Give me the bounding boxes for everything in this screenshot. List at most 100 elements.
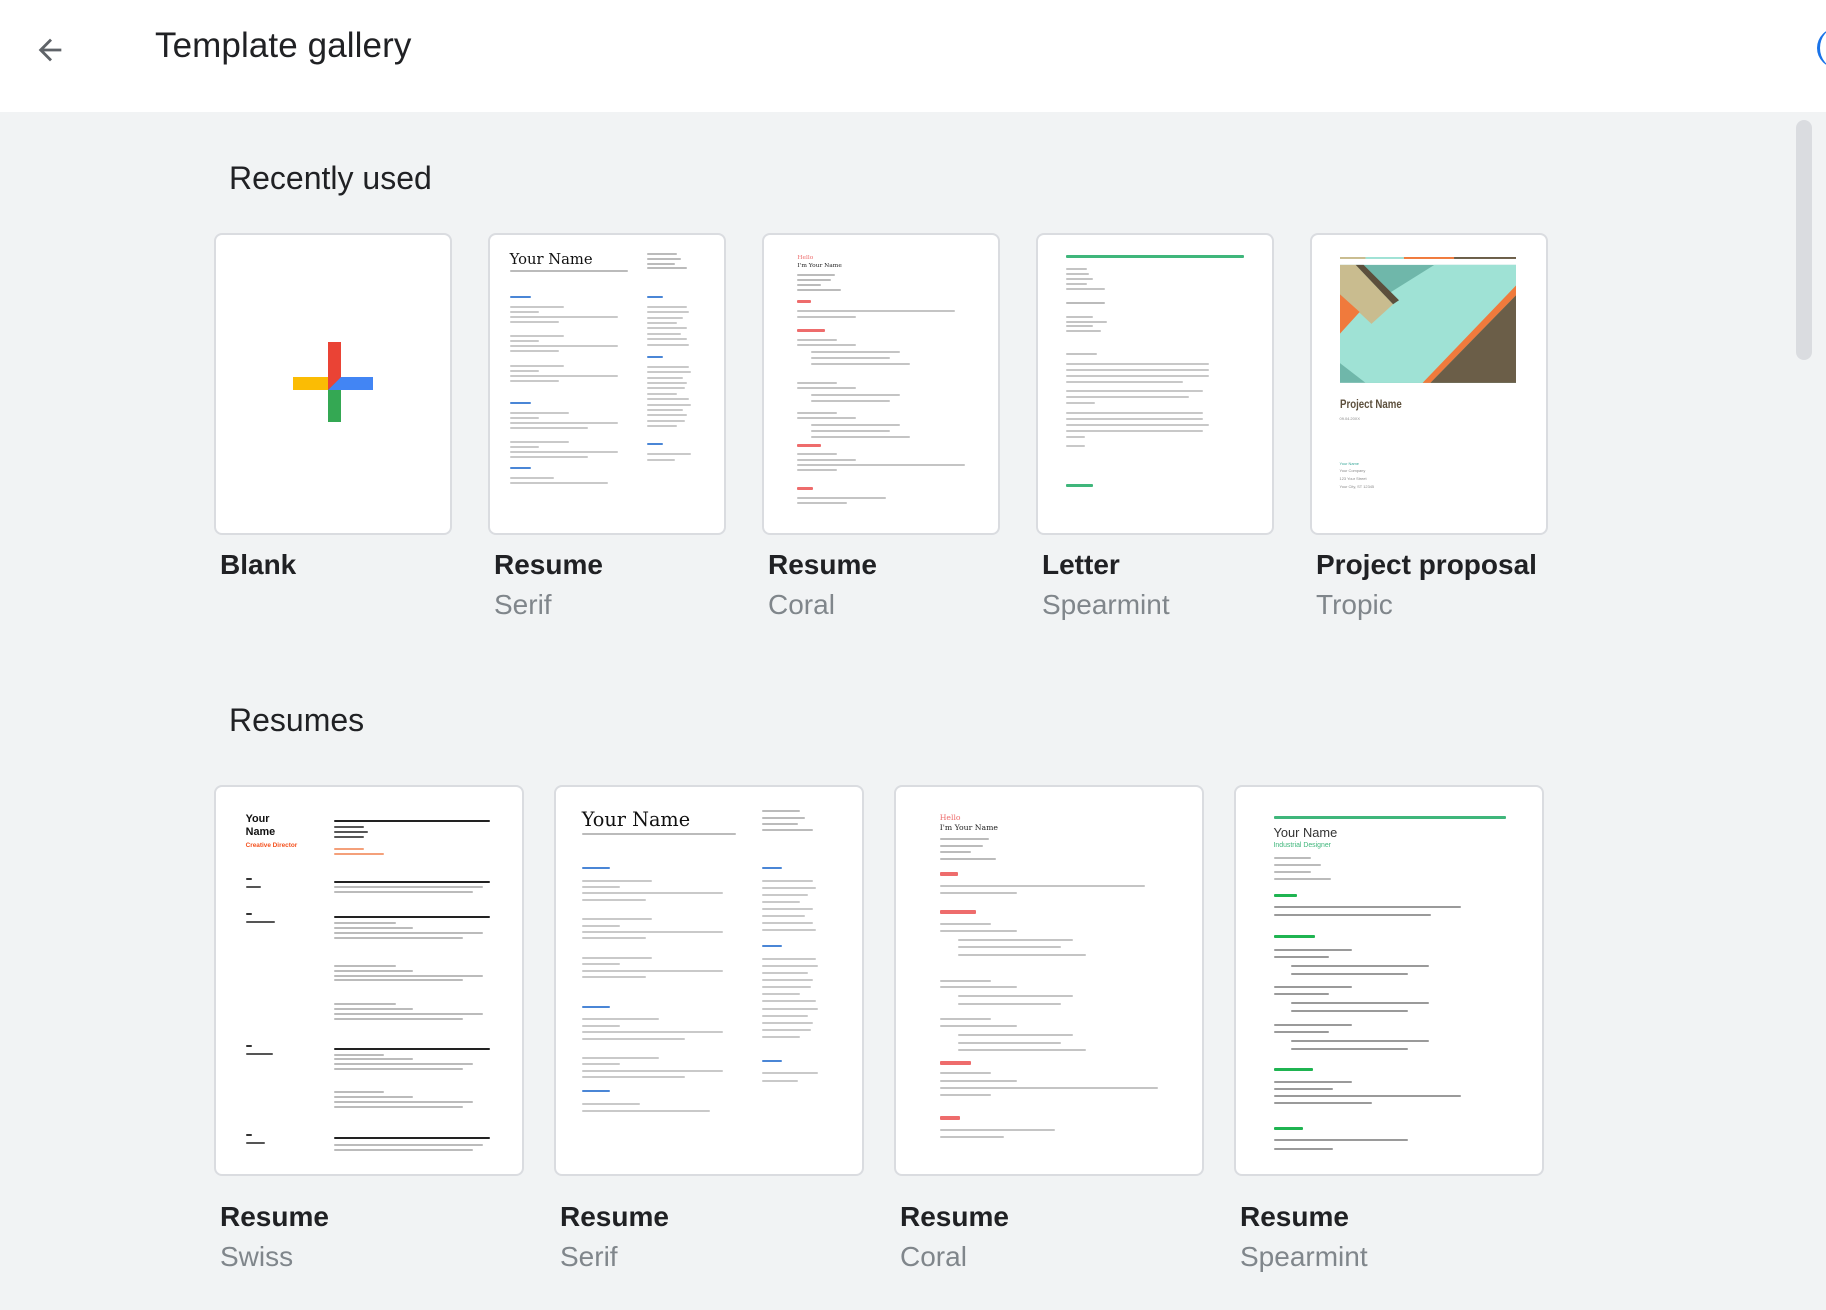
placeholder-text-line [939, 857, 997, 860]
placeholder-text-line [761, 893, 808, 896]
template-subtitle: Coral [768, 589, 835, 620]
placeholder-text-line [939, 844, 984, 847]
placeholder-text-line [509, 335, 564, 338]
placeholder-text-line [647, 327, 687, 330]
placeholder-text-line [1065, 268, 1088, 271]
placeholder-text-line [334, 826, 365, 829]
placeholder-text-line [647, 409, 683, 412]
preview-dash [245, 913, 252, 916]
template-card-resume-serif[interactable]: Your Name [488, 233, 726, 535]
template-label[interactable]: Resume Swiss [220, 1201, 329, 1273]
placeholder-text-line [1065, 411, 1204, 414]
placeholder-text-line [761, 993, 801, 996]
preview-heading [1273, 1068, 1313, 1072]
preview-heading [1273, 935, 1315, 939]
placeholder-text-line [797, 315, 857, 318]
template-card-blank[interactable] [214, 233, 452, 535]
preview-company: Your Company [1339, 468, 1366, 474]
template-label[interactable]: Resume Coral [900, 1201, 1009, 1273]
placeholder-text-line [939, 1136, 1004, 1139]
preview-heading [647, 295, 664, 298]
template-label[interactable]: Resume Serif [560, 1201, 669, 1273]
placeholder-text-line [581, 1109, 711, 1112]
template-thumbnail: Your Name [556, 787, 862, 1174]
template-label[interactable]: Project proposal Tropic [1316, 549, 1537, 621]
placeholder-text-line [334, 1068, 463, 1071]
placeholder-text-line [1273, 877, 1331, 880]
placeholder-text-line [647, 398, 689, 401]
template-card-resume-coral[interactable]: Hello I'm Your Name [894, 785, 1204, 1176]
back-button[interactable] [22, 22, 78, 78]
preview-dash [245, 877, 252, 880]
placeholder-text-line [334, 1017, 463, 1020]
placeholder-text-line [1273, 1139, 1408, 1142]
template-title: Project proposal [1316, 549, 1537, 580]
template-card-resume-coral[interactable]: Hello I'm Your Name [762, 233, 1000, 535]
placeholder-text-line [957, 946, 1061, 949]
placeholder-text-line [509, 456, 589, 459]
placeholder-text-line [797, 453, 837, 456]
placeholder-text-line [509, 315, 618, 318]
placeholder-text-line [581, 969, 724, 972]
template-subtitle: Spearmint [1042, 589, 1170, 620]
preview-city: Your City, ST 12345 [1339, 483, 1375, 489]
preview-hello: Hello [797, 254, 814, 261]
placeholder-text-line [1291, 972, 1408, 975]
preview-rule [334, 1047, 491, 1050]
placeholder-text-line [939, 979, 992, 982]
placeholder-text-line [939, 838, 989, 841]
account-avatar-icon[interactable] [1814, 28, 1826, 68]
placeholder-text-line [1065, 402, 1095, 405]
placeholder-text-line [581, 1063, 621, 1066]
placeholder-text-line [957, 954, 1087, 957]
placeholder-text-line [1273, 1088, 1333, 1091]
placeholder-text-line [334, 1053, 384, 1056]
placeholder-text-line [797, 387, 857, 390]
template-label[interactable]: Resume Coral [768, 549, 877, 621]
placeholder-text-line [334, 927, 414, 930]
placeholder-text-line [939, 929, 1017, 932]
template-title: Resume [220, 1201, 329, 1232]
placeholder-text-line [581, 956, 653, 959]
preview-heading [939, 871, 958, 876]
placeholder-text-line [1291, 964, 1430, 967]
placeholder-text-line [509, 369, 540, 372]
placeholder-text-line [245, 1142, 266, 1145]
template-card-letter-spearmint[interactable] [1036, 233, 1274, 535]
placeholder-text-line [1065, 435, 1086, 438]
template-card-project-proposal-tropic[interactable]: Project Name 09.04.20XX Your Name Your Comp… [1310, 233, 1548, 535]
template-label[interactable]: Resume Spearmint [1240, 1201, 1368, 1273]
placeholder-text-line [1065, 278, 1094, 281]
placeholder-text-line [334, 1091, 384, 1094]
template-label[interactable]: Letter Spearmint [1042, 549, 1170, 621]
preview-hello: Hello [939, 812, 961, 822]
placeholder-text-line [957, 995, 1074, 998]
template-thumbnail: Your Name Industrial Designer [1236, 787, 1542, 1174]
template-label[interactable]: Blank [220, 549, 296, 581]
placeholder-text-line [761, 979, 814, 982]
template-card-resume-swiss[interactable]: Your Name Creative Director [214, 785, 524, 1176]
placeholder-text-line [647, 267, 687, 270]
placeholder-text-line [761, 900, 801, 903]
preview-heading [581, 1005, 610, 1008]
placeholder-text-line [647, 392, 677, 395]
placeholder-text-line [797, 344, 857, 347]
placeholder-text-line [1065, 417, 1204, 420]
placeholder-text-line [581, 886, 621, 888]
placeholder-text-line [581, 924, 621, 927]
preview-signature [1065, 483, 1094, 487]
placeholder-text-line [647, 257, 681, 260]
placeholder-text-line [939, 892, 1017, 895]
placeholder-text-line [647, 371, 691, 374]
scrollbar-thumb[interactable] [1796, 120, 1812, 360]
arrow-left-icon [38, 38, 62, 62]
placeholder-text-line [811, 423, 900, 426]
placeholder-text-line [939, 851, 971, 854]
template-card-resume-spearmint[interactable]: Your Name Industrial Designer [1234, 785, 1544, 1176]
preview-heading [939, 1060, 971, 1065]
placeholder-text-line [334, 853, 384, 856]
placeholder-text-line [1065, 368, 1210, 371]
template-label[interactable]: Resume Serif [494, 549, 603, 621]
template-card-resume-serif[interactable]: Your Name [554, 785, 864, 1176]
placeholder-text-line [647, 387, 685, 390]
